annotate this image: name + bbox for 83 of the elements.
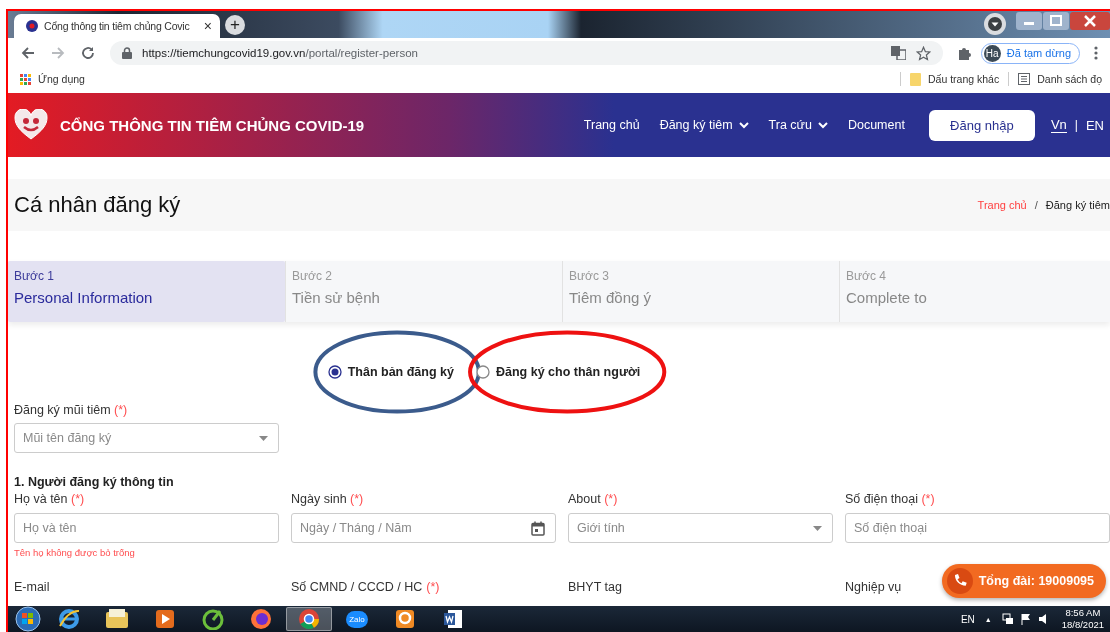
field-label: E-mail — [14, 580, 50, 594]
step-number: Bước 4 — [846, 269, 887, 283]
input-field[interactable]: Họ và tên — [14, 513, 279, 543]
reload-icon[interactable] — [80, 45, 96, 61]
translate-icon[interactable] — [890, 46, 906, 60]
bookmark-link[interactable]: Dấu trang khác — [928, 73, 1000, 85]
folder-icon — [910, 72, 921, 86]
close-tab-button[interactable]: × — [203, 18, 212, 34]
browser-tab[interactable]: Cổng thông tin tiêm chủng Covic × — [14, 14, 220, 38]
radio-label: Đăng ký cho thân người — [495, 365, 641, 379]
language-link[interactable]: EN — [1085, 117, 1104, 133]
app-icon — [394, 608, 416, 630]
clock-time[interactable]: 8:56 AM — [1065, 607, 1101, 619]
tab-title: Cổng thông tin tiêm chủng Covic — [44, 20, 191, 32]
phone-icon — [946, 568, 973, 594]
chrome-icon — [298, 608, 320, 630]
puzzle-icon[interactable] — [956, 45, 973, 61]
dose-select[interactable]: Mũi tên đăng ký — [14, 423, 279, 453]
maximize-icon[interactable] — [1043, 12, 1069, 30]
breadcrumb-item: Đăng ký tiêm — [1045, 199, 1110, 211]
close-icon[interactable] — [1070, 12, 1110, 30]
language-link[interactable]: Vn — [1050, 117, 1067, 133]
folder-icon — [106, 609, 128, 629]
radio-label: Thân bản đăng ký — [347, 365, 454, 379]
step-title: Tiêm đồng ý — [569, 289, 652, 306]
lock-icon — [122, 47, 132, 59]
step-number: Bước 2 — [292, 269, 333, 283]
nav-link[interactable]: Đăng ký tiêm — [659, 118, 749, 132]
menu-icon[interactable] — [1094, 46, 1098, 60]
input-field[interactable]: Giới tính — [568, 513, 833, 543]
calendar-icon — [531, 520, 545, 536]
step-number: Bước 1 — [14, 269, 55, 283]
field-label: BHYT tag — [568, 580, 622, 594]
nav-link[interactable]: Tra cứu — [768, 118, 828, 132]
globe-icon — [58, 608, 80, 630]
step-tab[interactable]: Bước 1 Personal Information — [8, 261, 285, 322]
step-title: Complete to — [846, 289, 928, 306]
field-label: Nghiệp vụ — [845, 580, 902, 594]
breadcrumb-separator: / — [1034, 199, 1038, 211]
heart-logo-icon — [14, 109, 48, 141]
flag-icon[interactable] — [1019, 613, 1032, 625]
field-label: Đăng ký mũi tiêm (*) — [14, 403, 129, 417]
step-title: Tiền sử bệnh — [292, 289, 381, 306]
dropdown-icon[interactable] — [984, 13, 1006, 35]
nav-link[interactable]: Trang chủ — [583, 118, 640, 132]
bookmark-link[interactable]: Ứng dụng — [38, 73, 85, 85]
login-button[interactable]: Đăng nhập — [928, 109, 1035, 141]
minimize-icon[interactable] — [1016, 12, 1042, 30]
star-icon[interactable] — [915, 45, 931, 61]
document-icon — [442, 608, 464, 630]
input-field[interactable]: Số điện thoại — [845, 513, 1110, 543]
page-title: Cá nhân đăng ký — [14, 192, 181, 218]
field-label: About (*) — [568, 492, 618, 506]
apps-grid-icon[interactable] — [20, 73, 31, 85]
field-label: Ngày sinh (*) — [291, 492, 364, 506]
error-message: Tên họ không được bỏ trống — [14, 547, 136, 558]
language-indicator[interactable]: EN — [960, 613, 975, 625]
start-button[interactable] — [12, 606, 44, 632]
separator: | — [1074, 118, 1078, 132]
avatar: Ha — [983, 44, 1001, 62]
radio-button[interactable] — [475, 365, 490, 379]
radio-button[interactable] — [327, 365, 342, 379]
field-label: Số CMND / CCCD / HC (*) — [291, 580, 440, 594]
field-label: Họ và tên (*) — [14, 492, 85, 506]
caret-icon — [259, 435, 268, 441]
caret-icon — [813, 525, 822, 531]
step-title: Personal Information — [14, 289, 154, 306]
address-field[interactable]: https://tiemchungcovid19.gov.vn/portal/register-person — [110, 41, 943, 65]
bookmark-link[interactable]: Danh sách đọ — [1037, 73, 1102, 85]
nav-link[interactable]: Document — [847, 118, 905, 132]
taskbar-app[interactable] — [286, 607, 332, 631]
new-tab-button[interactable]: + — [225, 15, 245, 35]
clock-date[interactable]: 18/8/2021 — [1061, 619, 1104, 631]
site-title: CỔNG THÔNG TIN TIÊM CHỦNG COVID-19 — [60, 116, 365, 134]
step-number: Bước 3 — [569, 269, 610, 283]
field-label: Số điện thoại (*) — [845, 492, 935, 506]
section-title: 1. Người đăng ký thông tin — [14, 475, 175, 489]
list-icon — [1018, 73, 1031, 85]
play-icon — [154, 608, 176, 630]
back-icon[interactable] — [20, 45, 36, 61]
input-field[interactable]: Ngày / Tháng / Năm — [291, 513, 556, 543]
zalo-label: Zalo — [346, 610, 368, 628]
network-icon[interactable] — [1001, 613, 1014, 625]
